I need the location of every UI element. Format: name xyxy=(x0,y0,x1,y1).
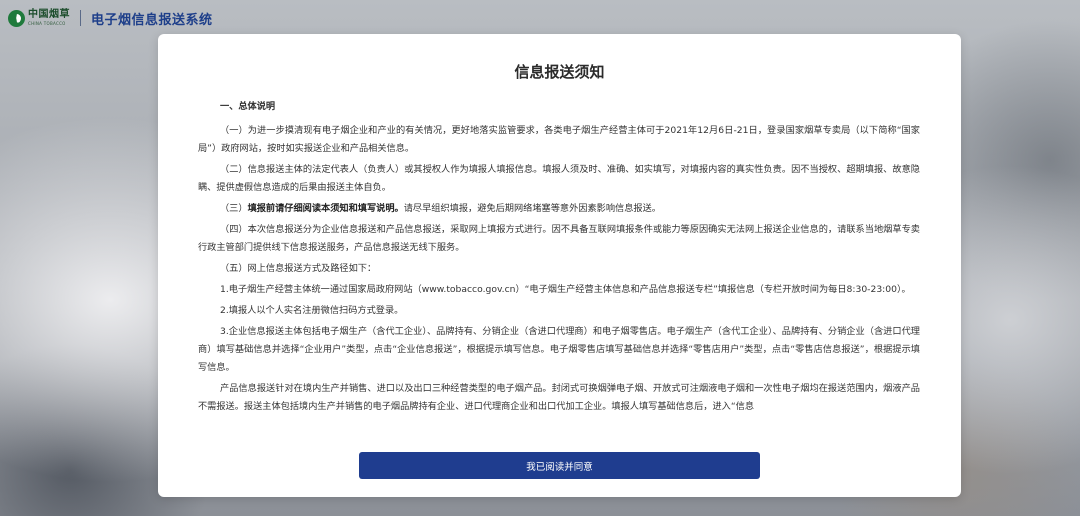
system-title: 电子烟信息报送系统 xyxy=(91,12,213,28)
para3-bold-text: 填报前请仔细阅读本须知和填写说明。 xyxy=(247,203,404,214)
notice-item-3: 3.企业信息报送主体包括电子烟生产（含代工企业）、品牌持有、分销企业（含进口代理… xyxy=(198,326,920,373)
notice-paragraph-2: （二）信息报送主体的法定代表人（负责人）或其授权人作为填报人填报信息。填报人须及… xyxy=(198,164,920,193)
notice-paragraph-1: （一）为进一步摸清现有电子烟企业和产业的有关情况，更好地落实监管要求，各类电子烟… xyxy=(198,125,920,154)
top-bar: 中国烟草 CHINA TOBACCO 电子烟信息报送系统 xyxy=(0,0,1080,36)
section-heading: 一、总体说明 xyxy=(220,101,276,112)
notice-paragraph-6: 产品信息报送针对在境内生产并销售、进口以及出口三种经营类型的电子烟产品。封闭式可… xyxy=(198,383,920,412)
agree-button[interactable]: 我已阅读并同意 xyxy=(359,452,760,479)
china-tobacco-logo: 中国烟草 CHINA TOBACCO xyxy=(8,9,70,27)
para3-prefix: （三） xyxy=(220,203,248,214)
notice-paragraph-3: （三）填报前请仔细阅读本须知和填写说明。请尽早组织填报，避免后期网络堵塞等意外因… xyxy=(198,200,920,218)
logo-en-text: CHINA TOBACCO xyxy=(28,21,66,26)
para3-rest: 请尽早组织填报，避免后期网络堵塞等意外因素影响信息报送。 xyxy=(403,203,661,214)
logo-cn-text: 中国烟草 xyxy=(28,9,70,20)
dialog-title: 信息报送须知 xyxy=(514,63,605,81)
notice-content[interactable]: 一、总体说明 （一）为进一步摸清现有电子烟企业和产业的有关情况，更好地落实监管要… xyxy=(198,98,920,470)
header-divider xyxy=(80,10,81,26)
notice-dialog: 信息报送须知 一、总体说明 （一）为进一步摸清现有电子烟企业和产业的有关情况，更… xyxy=(158,34,961,497)
notice-paragraph-5: （五）网上信息报送方式及路径如下： xyxy=(220,263,377,274)
notice-paragraph-4: （四）本次信息报送分为企业信息报送和产品信息报送，采取网上填报方式进行。因不具备… xyxy=(198,224,920,253)
china-tobacco-emblem-icon xyxy=(8,9,25,27)
logo-text: 中国烟草 CHINA TOBACCO xyxy=(28,10,70,26)
notice-item-1: 1.电子烟生产经营主体统一通过国家局政府网站（www.tobacco.gov.c… xyxy=(220,284,911,295)
notice-item-2: 2.填报人以个人实名注册微信扫码方式登录。 xyxy=(220,305,404,316)
